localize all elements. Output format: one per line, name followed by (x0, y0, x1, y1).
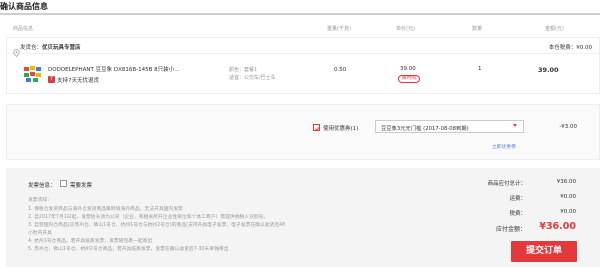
product-quantity: 1 (478, 66, 482, 72)
coupon-link[interactable]: 立即优惠券 (492, 143, 516, 150)
invoice-note: 2. 自2017年7月1日起，发票抬头须为公司（企业、有相关所开企业性单位和个体… (28, 215, 269, 220)
goods-total-label: 商品应付总计： (487, 181, 526, 187)
chevron-down-icon (513, 124, 517, 127)
invoice-label: 发票信息： (28, 183, 56, 189)
limited-time-badge: 限时购 (398, 75, 420, 83)
store-name-link[interactable]: 优贝玩具专营店 (42, 45, 81, 51)
invoice-note-title: 发票须知： (28, 198, 52, 203)
return-policy-icon: 7 (48, 76, 55, 83)
page-title: 确认商品信息 (0, 2, 48, 11)
invoice-note: 小时内开具 (28, 231, 52, 236)
invoice-note: 3. 自营国内仓商品(双苏州仓、佛山1号仓、杭州1号仓与杭州2号仓)的商品(支持… (28, 223, 286, 228)
payable-label: 应付金额： (495, 226, 526, 233)
invoice-option[interactable]: 需要发票 (70, 181, 92, 189)
warehouse-row (7, 38, 599, 54)
shipping-fee-label: 运费： (509, 196, 526, 202)
column-header-quantity: 数量 (472, 26, 483, 32)
coupon-selected-value: 豆豆象3元无门槛 (2017-08-08到期) (381, 126, 469, 132)
invoice-note: 4. 杭州1号仓商品，若开具纸质发票，发票随包裹一起寄出 (28, 239, 153, 244)
column-header-product: 商品信息 (13, 26, 34, 32)
tax-value: ¥0.00 (560, 209, 576, 215)
return-policy-text: 支持7天无忧退货 (57, 78, 99, 84)
product-weight: 0.50 (334, 67, 347, 73)
coupon-label: 使用优惠券(1) (323, 126, 359, 132)
coupon-discount: -¥3.00 (559, 124, 577, 130)
product-price: 39.00 (400, 66, 416, 72)
column-header-unit-price: 单价(元) (396, 26, 415, 32)
product-amount: 39.00 (538, 66, 559, 74)
invoice-note: 5. 苏州仓、佛山1号仓、杭州2号仓商品，若开具纸质发票，发票在确认收货后7-3… (28, 247, 229, 252)
column-header-amount: 金额(元) (545, 26, 564, 32)
tax-label: 税费： (509, 211, 526, 217)
warehouse-tax: 本仓税费：¥0.00 (548, 45, 592, 51)
payable-amount: ¥36.00 (539, 221, 576, 232)
warehouse-info: 发货仓：优贝玩具专营店 (20, 43, 81, 51)
invoice-checkbox[interactable] (60, 180, 67, 187)
column-header-weight: 重量(千克) (327, 26, 351, 32)
shipping-fee-value: ¥0.00 (560, 194, 576, 200)
checkmark-icon (314, 126, 321, 131)
product-name-link[interactable]: DODOELEPHANT 豆豆象 DX816B-145B 8只装小... (48, 65, 179, 73)
coupon-checkbox[interactable] (313, 124, 321, 131)
invoice-note: 1. 保税仓发货商品与海外仓发货商品属跨境海外商品，无法开具国内发票 (28, 207, 183, 212)
submit-order-button[interactable]: 提交订单 (511, 241, 577, 262)
title-divider (0, 13, 600, 15)
product-color: 颜色：套餐1 (229, 67, 258, 73)
goods-total-value: ¥36.00 (556, 179, 576, 185)
product-thumbnail[interactable] (23, 64, 42, 83)
warehouse-prefix: 发货仓： (20, 45, 43, 51)
location-pin-icon (13, 42, 20, 57)
product-type: 适宜：公交车/巴士车 (229, 75, 276, 81)
